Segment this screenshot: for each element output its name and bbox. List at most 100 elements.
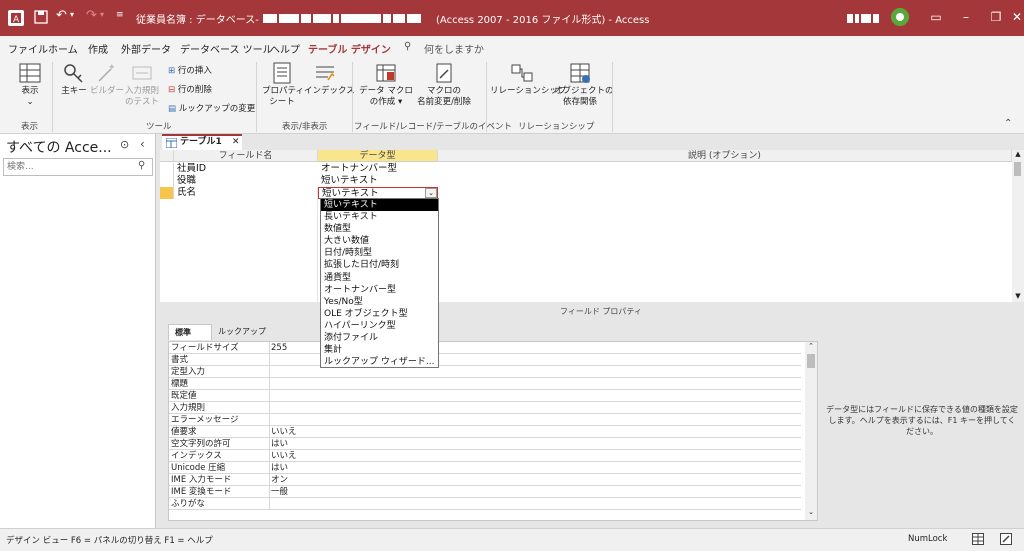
design-view-icon[interactable] — [1000, 533, 1012, 545]
status-bar: デザイン ビュー F6 = パネルの切り替え F1 = ヘルプ NumLock — [0, 528, 1024, 551]
object-dependencies-button[interactable]: オブジェクトの 依存関係 — [554, 62, 614, 108]
option-autonumber[interactable]: オートナンバー型 — [321, 284, 438, 296]
option-date-time[interactable]: 日付/時刻型 — [321, 247, 438, 259]
property-value[interactable]: はい — [271, 462, 288, 474]
property-row[interactable]: IME 入力モード オン — [169, 474, 801, 486]
property-name: フィールドサイズ — [171, 343, 239, 353]
divider — [269, 450, 270, 462]
option-hyperlink[interactable]: ハイパーリンク型 — [321, 320, 438, 332]
property-row[interactable]: IME 変換モード 一般 — [169, 486, 801, 498]
property-row[interactable]: Unicode 圧縮 はい — [169, 462, 801, 474]
close-icon[interactable]: ✕ — [1010, 8, 1024, 26]
save-icon[interactable] — [34, 10, 48, 24]
property-row[interactable]: 空文字列の許可 はい — [169, 438, 801, 450]
close-tab-icon[interactable]: ✕ — [232, 136, 240, 149]
primary-key-button[interactable]: 主キー — [58, 62, 90, 97]
property-value[interactable]: 一般 — [271, 486, 288, 498]
property-value[interactable]: いいえ — [271, 450, 297, 462]
scroll-up-icon[interactable]: ▲ — [1012, 150, 1024, 158]
search-icon[interactable]: ⚲ — [404, 41, 411, 52]
option-calculated[interactable]: 集計 — [321, 344, 438, 356]
grid-scrollbar[interactable]: ▲ ▼ — [1012, 150, 1024, 302]
rename-delete-macro-button[interactable]: マクロの 名前変更/削除 — [414, 62, 474, 108]
tab-lookup[interactable]: ルックアップ — [212, 324, 272, 340]
option-lookup-wizard[interactable]: ルックアップ ウィザード... — [321, 356, 438, 368]
property-row[interactable]: 標題 — [169, 378, 801, 390]
shutter-bar-icon[interactable]: ‹ — [140, 137, 145, 151]
collapse-ribbon-icon[interactable]: ⌃ — [1004, 118, 1012, 129]
property-row[interactable]: エラーメッセージ — [169, 414, 801, 426]
undo-icon[interactable]: ↶ — [56, 8, 67, 23]
undo-dropdown-icon[interactable]: ▾ — [70, 10, 74, 19]
tab-table1[interactable]: テーブル1 ✕ — [162, 134, 242, 150]
insert-rows-button[interactable]: ⊞ 行の挿入 — [168, 64, 212, 76]
scroll-down-icon[interactable]: ▼ — [1012, 292, 1024, 300]
property-row[interactable]: フィールドサイズ 255 — [169, 342, 801, 354]
relationships-button[interactable]: リレーションシップ — [490, 62, 566, 97]
option-yes-no[interactable]: Yes/No型 — [321, 296, 438, 308]
option-currency[interactable]: 通貨型 — [321, 272, 438, 284]
row-selector[interactable] — [160, 163, 174, 175]
option-date-time-extended[interactable]: 拡張した日付/時刻 — [321, 259, 438, 271]
scroll-down-icon[interactable]: ⌄ — [805, 508, 817, 516]
tab-home[interactable]: ホーム — [48, 41, 78, 56]
create-data-macros-button[interactable]: データ マクロ の作成 ▾ — [358, 62, 414, 108]
property-value[interactable]: オン — [271, 474, 288, 486]
current-row-selector[interactable] — [160, 187, 174, 199]
option-attachment[interactable]: 添付ファイル — [321, 332, 438, 344]
property-value[interactable]: はい — [271, 438, 288, 450]
data-type-cell[interactable]: オートナンバー型 — [318, 163, 438, 175]
tab-database-tools[interactable]: データベース ツール — [180, 41, 273, 56]
property-row[interactable]: 書式 — [169, 354, 801, 366]
properties-scrollbar[interactable]: ⌃ ⌄ — [805, 342, 817, 520]
nav-menu-icon[interactable]: ⊙ — [120, 138, 129, 151]
dropdown-arrow-icon[interactable]: ⌄ — [425, 188, 437, 198]
nav-search-input[interactable] — [4, 159, 132, 175]
property-sheet-button[interactable]: プロパティ シート — [262, 62, 304, 108]
field-name-cell[interactable]: 役職 — [174, 175, 318, 187]
avatar[interactable] — [890, 7, 910, 27]
property-row[interactable]: 値要求 いいえ — [169, 426, 801, 438]
restore-icon[interactable]: ❐ — [986, 8, 1006, 26]
option-short-text[interactable]: 短いテキスト — [321, 199, 438, 212]
divider — [269, 462, 270, 474]
data-type-dropdown-list[interactable]: 短いテキスト 長いテキスト 数値型 大きい数値 日付/時刻型 拡張した日付/時刻… — [320, 198, 439, 368]
property-row[interactable]: 入力規則 — [169, 402, 801, 414]
property-value[interactable]: 255 — [271, 342, 287, 354]
nav-pane-title[interactable]: すべての Acce... — [6, 137, 112, 157]
property-row[interactable]: 既定値 — [169, 390, 801, 402]
tab-help[interactable]: ヘルプ — [270, 41, 300, 56]
option-large-number[interactable]: 大きい数値 — [321, 235, 438, 247]
option-ole-object[interactable]: OLE オブジェクト型 — [321, 308, 438, 320]
field-name-cell[interactable]: 社員ID — [174, 163, 318, 175]
data-type-cell[interactable]: 短いテキスト — [318, 175, 438, 187]
tab-external-data[interactable]: 外部データ — [121, 41, 171, 56]
customize-toolbar-icon[interactable]: ≡ — [116, 10, 124, 20]
search-icon[interactable]: ⚲ — [138, 160, 145, 171]
scroll-thumb[interactable] — [807, 354, 815, 368]
indexes-button[interactable]: インデックス — [304, 62, 355, 97]
row-selector[interactable] — [160, 175, 174, 187]
tab-create[interactable]: 作成 — [88, 41, 108, 56]
relationships-icon — [511, 64, 533, 82]
test-rules-label-2: のテスト — [124, 97, 159, 107]
datasheet-view-icon[interactable] — [972, 533, 984, 545]
option-number[interactable]: 数値型 — [321, 223, 438, 235]
tell-me-box[interactable]: 何をしますか — [424, 41, 484, 56]
delete-rows-button[interactable]: ⊟ 行の削除 — [168, 83, 212, 95]
option-long-text[interactable]: 長いテキスト — [321, 211, 438, 223]
modify-lookups-button[interactable]: ▤ ルックアップの変更 — [168, 102, 255, 114]
scroll-thumb[interactable] — [1014, 162, 1021, 176]
property-row[interactable]: インデックス いいえ — [169, 450, 801, 462]
nav-search-box[interactable]: ⚲ — [3, 158, 153, 176]
property-value[interactable]: いいえ — [271, 426, 297, 438]
ribbon-display-icon[interactable]: ▭ — [926, 8, 946, 26]
property-row[interactable]: 定型入力 — [169, 366, 801, 378]
tab-file[interactable]: ファイル — [8, 41, 48, 56]
property-row[interactable]: ふりがな — [169, 498, 801, 510]
tab-general[interactable]: 標準 — [168, 324, 212, 340]
minimize-icon[interactable]: – — [956, 8, 976, 26]
key-icon — [64, 64, 83, 83]
view-button[interactable]: 表示 ⌄ — [14, 62, 46, 108]
scroll-up-icon[interactable]: ⌃ — [805, 342, 817, 350]
